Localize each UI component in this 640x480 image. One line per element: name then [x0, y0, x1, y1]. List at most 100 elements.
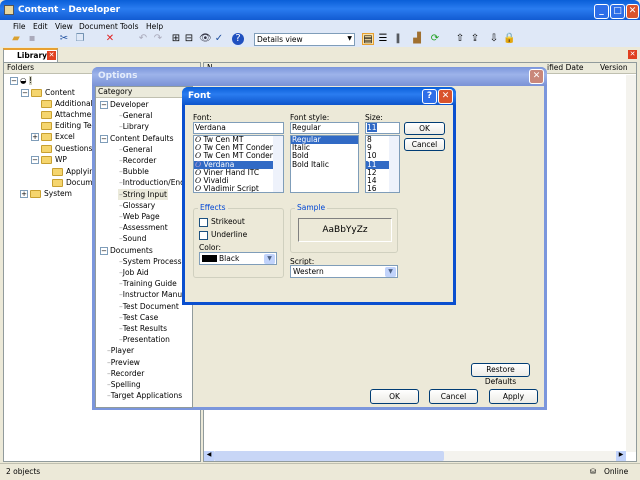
- options-apply-button[interactable]: Apply: [489, 389, 538, 404]
- scroll-thumb[interactable]: [214, 451, 444, 461]
- folder-root[interactable]: − ◒ !: [10, 75, 32, 86]
- category-item[interactable]: –Recorder: [106, 368, 145, 379]
- list-scrollbar[interactable]: [273, 136, 283, 192]
- category-item[interactable]: − Documents: [99, 245, 154, 256]
- menu-help[interactable]: Help: [145, 21, 164, 32]
- check-in-icon[interactable]: ⇪: [469, 33, 481, 45]
- column-version[interactable]: Version: [600, 63, 628, 72]
- menu-tools[interactable]: Tools: [119, 21, 139, 32]
- category-item[interactable]: − Developer: [99, 99, 150, 110]
- script-select[interactable]: Western ▼: [290, 265, 398, 278]
- horizontal-scrollbar[interactable]: ◀ ▶: [204, 451, 626, 461]
- menu-file[interactable]: File: [12, 21, 27, 32]
- font-style-list[interactable]: Regular Italic Bold Bold Italic: [290, 135, 359, 193]
- help-icon[interactable]: ?: [232, 33, 244, 45]
- category-item[interactable]: –String Input: [118, 188, 168, 200]
- folder-content[interactable]: − Content: [21, 87, 75, 98]
- cut-icon[interactable]: ✂: [58, 33, 70, 45]
- font-close-button[interactable]: ✕: [438, 89, 453, 104]
- category-item[interactable]: –Assessment: [118, 222, 169, 233]
- color-select[interactable]: Black ▼: [199, 252, 277, 265]
- scroll-left-icon[interactable]: ◀: [204, 451, 214, 461]
- collapse-icon[interactable]: −: [100, 134, 108, 143]
- view-select[interactable]: Details view ▼: [254, 33, 355, 46]
- strikeout-checkbox[interactable]: Strikeout: [198, 216, 246, 227]
- folder-system[interactable]: + System: [20, 188, 72, 199]
- category-item[interactable]: –Web Page: [118, 211, 161, 222]
- list-item[interactable]: O Vladimir Script: [194, 185, 273, 192]
- folder-wp[interactable]: − WP: [31, 154, 67, 165]
- category-item[interactable]: –Presentation: [118, 334, 171, 345]
- split-horizontal-icon[interactable]: ☰: [377, 33, 389, 45]
- restore-defaults-button[interactable]: Restore Defaults: [471, 363, 530, 386]
- category-item[interactable]: –Target Applications: [106, 390, 183, 401]
- check-out-icon[interactable]: ⇧: [454, 33, 466, 45]
- category-item[interactable]: –Test Results: [118, 323, 168, 334]
- font-help-button[interactable]: ?: [422, 89, 437, 104]
- list-scrollbar[interactable]: [389, 136, 399, 192]
- panel-close-icon[interactable]: ✕: [628, 50, 637, 59]
- category-item[interactable]: − Content Defaults: [99, 133, 175, 144]
- font-cancel-button[interactable]: Cancel: [404, 138, 445, 151]
- category-item[interactable]: –Glossary: [118, 200, 156, 211]
- find-icon[interactable]: 👁: [199, 33, 212, 45]
- collapse-icon[interactable]: −: [100, 101, 108, 109]
- open-icon[interactable]: ▰: [10, 33, 22, 45]
- menu-view[interactable]: View: [54, 21, 74, 32]
- category-item[interactable]: –Bubble: [118, 166, 150, 177]
- column-modified-date[interactable]: ified Date: [547, 63, 584, 72]
- split-vertical-icon[interactable]: ‖: [392, 33, 404, 45]
- collapse-icon[interactable]: ⊟: [183, 33, 195, 45]
- lock-icon[interactable]: 🔒: [503, 33, 515, 45]
- properties-icon[interactable]: ▟: [411, 33, 423, 45]
- spellcheck-icon[interactable]: ✓: [213, 33, 225, 45]
- category-item[interactable]: –General: [118, 144, 153, 155]
- category-item[interactable]: –Training Guide: [118, 278, 178, 289]
- font-style-input[interactable]: Regular: [290, 122, 359, 134]
- copy-icon[interactable]: ❐: [74, 33, 86, 45]
- underline-checkbox[interactable]: Underline: [198, 229, 248, 240]
- close-button[interactable]: ✕: [626, 4, 639, 19]
- category-item[interactable]: –Test Case: [118, 312, 159, 323]
- options-ok-button[interactable]: OK: [370, 389, 419, 404]
- category-item[interactable]: –Preview: [106, 357, 141, 368]
- delete-icon[interactable]: ✕: [104, 33, 116, 45]
- scroll-right-icon[interactable]: ▶: [616, 451, 626, 461]
- save-icon[interactable]: ▪: [26, 33, 38, 45]
- export-icon[interactable]: ⇩: [488, 33, 500, 45]
- font-name-input[interactable]: Verdana: [193, 122, 284, 134]
- category-item[interactable]: –Player: [106, 345, 135, 356]
- menu-document[interactable]: Document: [78, 21, 119, 32]
- category-item[interactable]: –Spelling: [106, 379, 142, 390]
- category-item[interactable]: –Job Aid: [118, 267, 150, 278]
- refresh-icon[interactable]: ⟳: [429, 33, 441, 45]
- list-item[interactable]: Bold Italic: [291, 160, 358, 169]
- size-list[interactable]: 8 9 10 11 12 14 16: [365, 135, 400, 193]
- category-item[interactable]: –Recorder: [118, 155, 157, 166]
- font-ok-button[interactable]: OK: [404, 122, 445, 135]
- collapse-icon[interactable]: −: [100, 246, 108, 255]
- category-item[interactable]: –Library: [118, 121, 150, 132]
- category-item[interactable]: –Instructor Manual: [118, 289, 190, 300]
- maximize-button[interactable]: □: [610, 4, 625, 19]
- minimize-button[interactable]: _: [594, 4, 609, 19]
- font-dialog: Font ? ✕ Font: Verdana O Tw Cen MT O Tw C…: [182, 87, 456, 305]
- category-item[interactable]: –Test Document: [118, 301, 180, 312]
- options-close-button[interactable]: ✕: [529, 69, 544, 84]
- details-view-icon[interactable]: ▤: [362, 33, 374, 45]
- size-input[interactable]: 11: [365, 122, 400, 134]
- folder-excel[interactable]: + Excel: [31, 131, 75, 142]
- expand-icon[interactable]: ⊞: [170, 33, 182, 45]
- tab-close-icon[interactable]: ✕: [47, 51, 56, 60]
- redo-icon[interactable]: ↷: [152, 33, 164, 45]
- options-cancel-button[interactable]: Cancel: [429, 389, 478, 404]
- category-item[interactable]: –General: [118, 110, 153, 121]
- category-item[interactable]: –System Process: [118, 256, 183, 267]
- list-item[interactable]: 16: [366, 185, 389, 193]
- category-item[interactable]: –Sound: [118, 233, 147, 244]
- menu-edit[interactable]: Edit: [32, 21, 49, 32]
- font-name-list[interactable]: O Tw Cen MT O Tw Cen MT Condense O Tw Cen …: [193, 135, 284, 193]
- library-tab[interactable]: Library ✕: [3, 48, 58, 62]
- vertical-scrollbar[interactable]: [626, 75, 636, 452]
- undo-icon[interactable]: ↶: [137, 33, 149, 45]
